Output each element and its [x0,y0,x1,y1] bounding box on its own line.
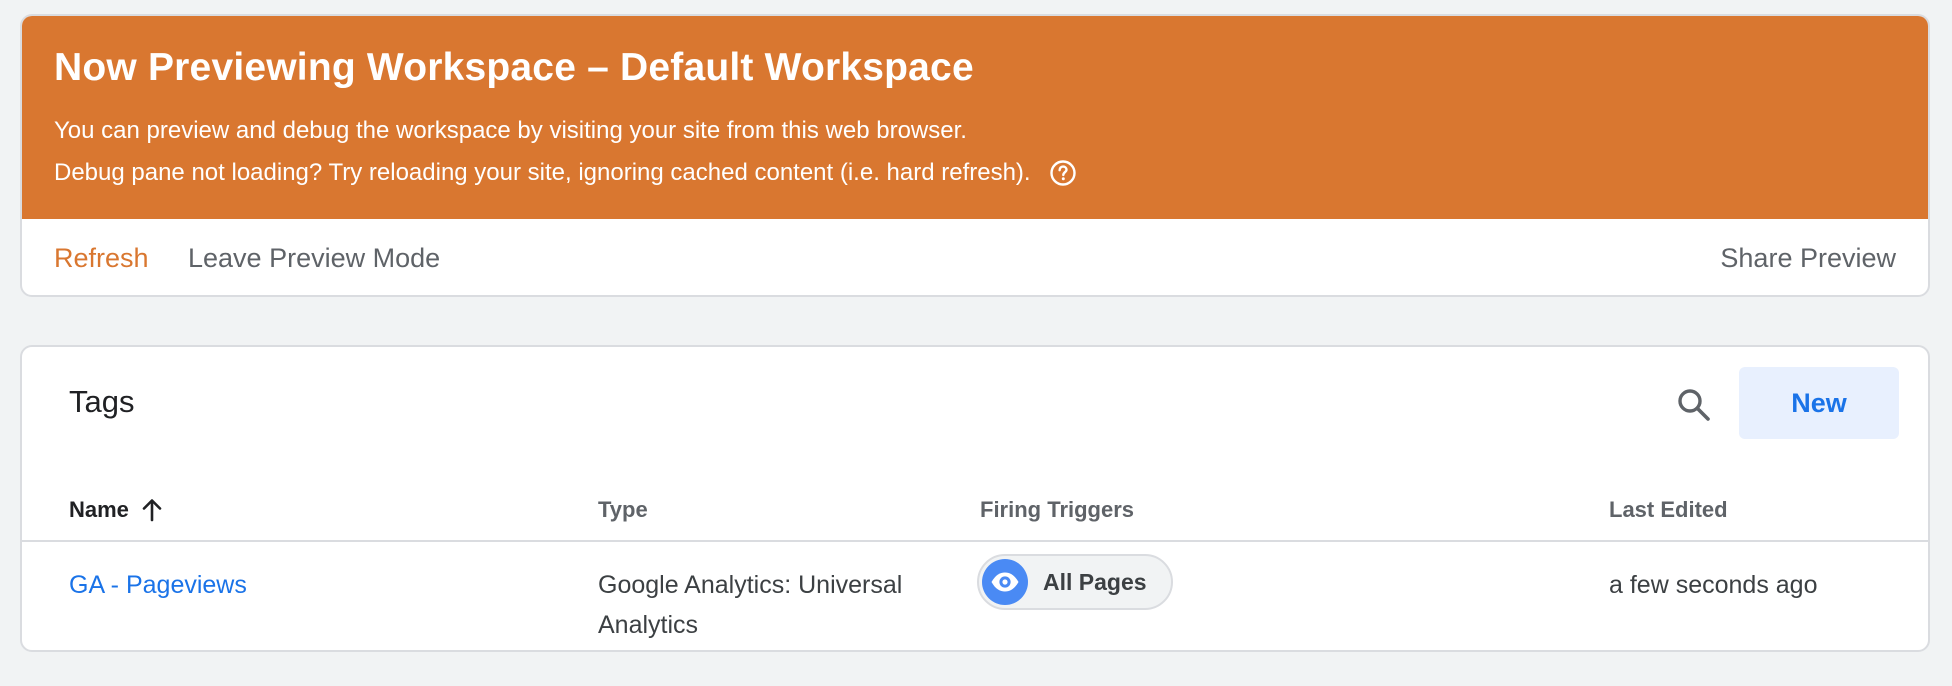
column-header-last-edited[interactable]: Last Edited [1609,497,1728,523]
refresh-button[interactable]: Refresh [54,243,149,274]
trigger-label: All Pages [1043,568,1147,595]
help-circle-icon[interactable] [1049,159,1077,187]
column-header-name[interactable]: Name [69,497,165,523]
last-edited: a few seconds ago [1609,571,1818,599]
preview-description: You can preview and debug the workspace … [54,117,967,144]
column-header-triggers[interactable]: Firing Triggers [980,497,1134,523]
eye-icon [991,572,1019,592]
column-header-name-label: Name [69,497,129,522]
preview-actions: Refresh Leave Preview Mode Share Preview [22,219,1928,295]
search-icon [1678,389,1710,421]
trigger-icon-circle [982,559,1028,605]
table-row[interactable]: GA - Pageviews Google Analytics: Univers… [22,542,1928,650]
share-preview-button[interactable]: Share Preview [1720,243,1896,274]
preview-debug-hint-text: Debug pane not loading? Try reloading yo… [54,159,1031,186]
preview-debug-hint: Debug pane not loading? Try reloading yo… [54,159,1077,187]
tags-card: Tags New Name Type Firing Triggers Last … [20,345,1930,652]
column-header-type[interactable]: Type [598,497,648,523]
search-button[interactable] [1670,381,1718,429]
new-tag-button[interactable]: New [1739,367,1899,439]
tags-title: Tags [69,384,135,419]
leave-preview-button[interactable]: Leave Preview Mode [188,243,440,274]
trigger-chip[interactable]: All Pages [977,554,1173,610]
tag-name-link[interactable]: GA - Pageviews [69,565,247,605]
tag-type: Google Analytics: Universal Analytics [598,571,903,639]
preview-title: Now Previewing Workspace – Default Works… [54,46,974,89]
preview-banner: Now Previewing Workspace – Default Works… [22,16,1928,219]
arrow-up-icon [142,499,162,522]
preview-card: Now Previewing Workspace – Default Works… [20,14,1930,297]
table-header: Name Type Firing Triggers Last Edited [22,485,1928,542]
